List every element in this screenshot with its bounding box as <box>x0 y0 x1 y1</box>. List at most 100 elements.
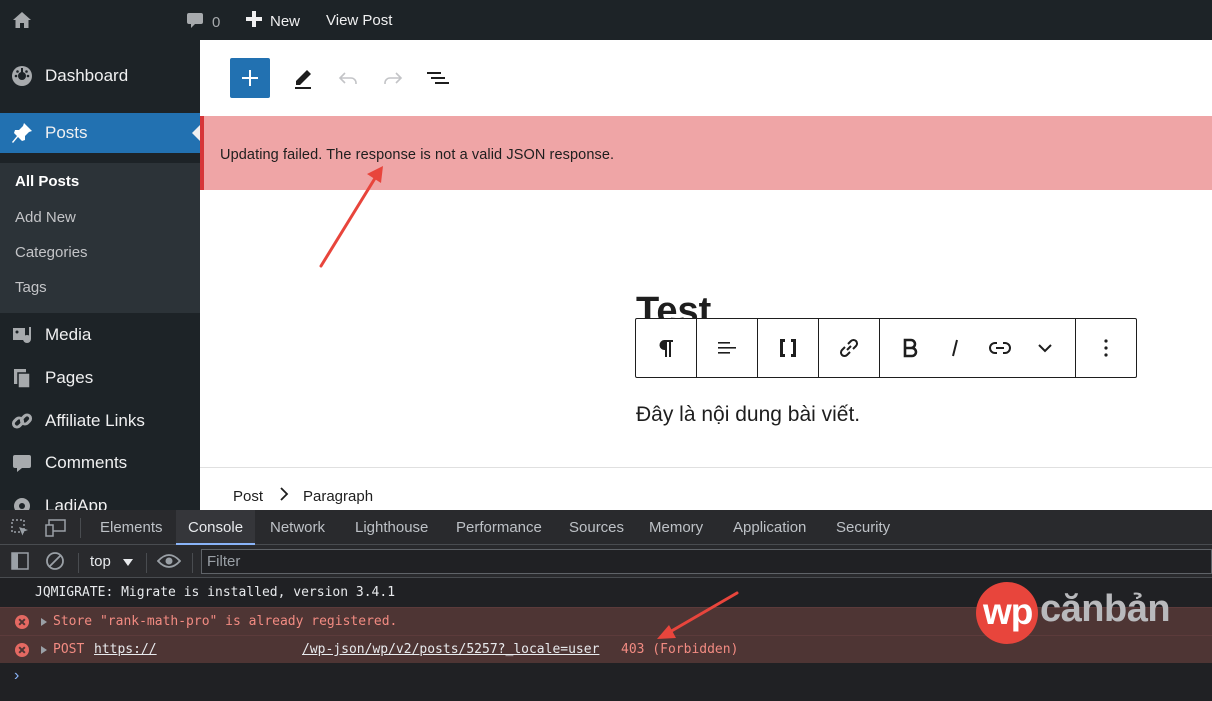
block-options-button[interactable] <box>1076 319 1136 377</box>
log-text: JQMIGRATE: Migrate is installed, version… <box>35 585 396 600</box>
link-button[interactable] <box>819 319 880 377</box>
redo-icon <box>384 72 403 84</box>
align-button[interactable] <box>697 319 758 377</box>
error-notice: Updating failed. The response is not a v… <box>200 116 1212 190</box>
media-icon <box>10 323 34 347</box>
context-select[interactable]: top <box>90 553 134 570</box>
tab-sources[interactable]: Sources <box>557 510 636 545</box>
error-url-path[interactable]: /wp-json/wp/v2/posts/5257?_locale=user <box>302 636 599 664</box>
undo-icon <box>338 72 357 84</box>
plus-icon <box>242 70 258 86</box>
divider <box>78 553 79 573</box>
sidebar-item-affiliate-links[interactable]: Affiliate Links <box>0 401 200 441</box>
admin-bar-new[interactable]: New <box>246 11 300 31</box>
dashboard-icon <box>10 64 34 88</box>
paragraph-icon <box>659 340 673 357</box>
filter-input[interactable]: Filter <box>201 549 1212 574</box>
new-label: New <box>270 12 301 30</box>
sidebar-item-label: Pages <box>45 368 94 387</box>
filter-placeholder: Filter <box>207 553 241 570</box>
sidebar-item-comments[interactable]: Comments <box>0 443 200 483</box>
italic-icon <box>952 339 958 357</box>
chevron-down-icon <box>1038 344 1052 353</box>
brackets-icon <box>780 339 796 357</box>
device-toolbar-icon[interactable] <box>45 519 67 541</box>
sidebar-item-posts[interactable]: Posts <box>0 113 200 153</box>
tab-network[interactable]: Network <box>258 510 337 545</box>
block-type-button[interactable] <box>636 319 697 377</box>
error-text: Store "rank-math-pro" is already registe… <box>53 614 398 629</box>
plus-icon <box>246 11 262 31</box>
expand-triangle-icon[interactable] <box>41 618 47 626</box>
editor-header-toolbar <box>200 40 1212 116</box>
tab-lighthouse[interactable]: Lighthouse <box>343 510 440 545</box>
divider <box>80 518 81 538</box>
format-group <box>880 319 1076 377</box>
home-icon[interactable] <box>12 10 32 34</box>
devtools-tabbar: Elements Console Network Lighthouse Perf… <box>0 510 1212 545</box>
error-icon <box>15 643 29 657</box>
comments-count: 0 <box>212 13 221 31</box>
sidebar-item-label: LadiApp <box>45 496 108 510</box>
tab-memory[interactable]: Memory <box>637 510 715 545</box>
console-prompt-icon[interactable]: › <box>14 667 19 685</box>
sidebar-item-ladiapp[interactable]: LadiApp <box>0 486 200 510</box>
admin-bar-comments[interactable]: 0 <box>186 11 220 33</box>
chevron-right-icon <box>278 486 290 506</box>
breadcrumb-paragraph[interactable]: Paragraph <box>303 488 373 505</box>
active-indicator <box>192 125 200 141</box>
sidebar-item-label: Affiliate Links <box>45 411 145 430</box>
admin-bar: 0 New View Post <box>0 0 1212 40</box>
tab-performance[interactable]: Performance <box>444 510 554 545</box>
sidebar-item-pages[interactable]: Pages <box>0 358 200 398</box>
submenu-all-posts[interactable]: All Posts <box>15 173 79 190</box>
posts-submenu: All Posts Add New Categories Tags <box>0 163 200 313</box>
inline-link-button[interactable] <box>978 319 1023 377</box>
clear-console-icon[interactable] <box>45 551 65 575</box>
divider <box>192 553 193 573</box>
logo-canban: cănbản <box>1040 588 1171 630</box>
expand-triangle-icon[interactable] <box>41 646 47 654</box>
document-overview-button[interactable] <box>426 66 450 90</box>
add-block-button[interactable] <box>230 58 270 98</box>
more-formats-button[interactable] <box>1023 319 1068 377</box>
inspect-element-icon[interactable] <box>11 519 29 541</box>
tab-application[interactable]: Application <box>721 510 818 545</box>
submenu-categories[interactable]: Categories <box>15 244 88 261</box>
more-vertical-icon <box>1104 339 1108 357</box>
breadcrumb-post[interactable]: Post <box>233 488 263 505</box>
sidebar-item-label: Posts <box>45 123 88 142</box>
comment-icon <box>10 451 34 475</box>
link-icon <box>839 338 859 358</box>
undo-button[interactable] <box>336 66 360 90</box>
redo-button[interactable] <box>381 66 405 90</box>
tab-security[interactable]: Security <box>824 510 902 545</box>
width-button[interactable] <box>758 319 819 377</box>
tab-console[interactable]: Console <box>176 510 256 545</box>
error-status: 403 (Forbidden) <box>621 642 739 657</box>
paragraph-block[interactable]: Đây là nội dung bài viết. <box>636 403 860 427</box>
view-post-link[interactable]: View Post <box>326 12 392 29</box>
sidebar-item-label: Dashboard <box>45 66 129 85</box>
edit-tools-button[interactable] <box>291 66 315 90</box>
wpcanban-logo: wp cănbản <box>976 582 1171 644</box>
submenu-add-new[interactable]: Add New <box>15 209 76 226</box>
block-breadcrumb: Post Paragraph <box>200 467 1212 510</box>
sidebar-item-label: Media <box>45 325 92 344</box>
sidebar-item-media[interactable]: Media <box>0 315 200 355</box>
italic-button[interactable] <box>933 319 978 377</box>
error-url-start[interactable]: https:// <box>94 636 157 664</box>
console-toolbar: top Filter <box>0 545 1212 578</box>
pages-icon <box>10 366 34 390</box>
chain-icon <box>989 342 1011 354</box>
sidebar-toggle-icon[interactable] <box>11 552 29 574</box>
gear-icon <box>10 494 34 510</box>
bold-button[interactable] <box>888 319 933 377</box>
tab-elements[interactable]: Elements <box>88 510 175 545</box>
block-editor: Updating failed. The response is not a v… <box>200 40 1212 510</box>
sidebar-item-dashboard[interactable]: Dashboard <box>0 56 200 96</box>
submenu-tags[interactable]: Tags <box>15 279 47 296</box>
logo-wp: wp <box>983 591 1033 632</box>
live-expression-icon[interactable] <box>156 553 182 573</box>
list-view-icon <box>427 72 449 84</box>
